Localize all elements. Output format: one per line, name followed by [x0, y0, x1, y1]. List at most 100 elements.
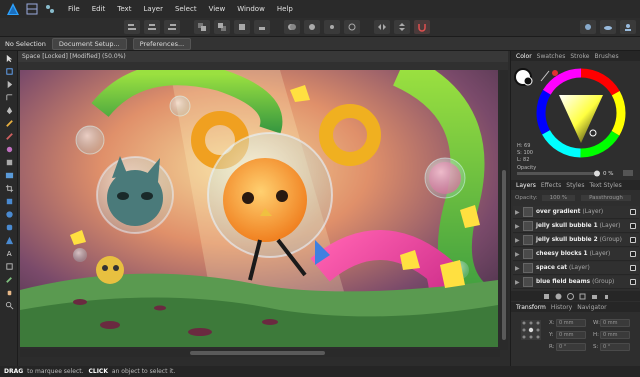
visibility-checkbox[interactable]: [630, 237, 636, 243]
snapping-magnet-icon[interactable]: [414, 20, 430, 34]
h-field[interactable]: 0 mm: [600, 331, 630, 339]
tab-swatches[interactable]: Swatches: [537, 53, 566, 60]
menu-file[interactable]: File: [68, 5, 80, 13]
s-field[interactable]: 0 °: [600, 343, 630, 351]
expand-triangle-icon[interactable]: ▶: [515, 251, 521, 258]
preferences-button[interactable]: Preferences...: [132, 37, 192, 50]
tab-history[interactable]: History: [551, 304, 572, 311]
visibility-checkbox[interactable]: [630, 223, 636, 229]
transparency-tool-icon[interactable]: [2, 157, 16, 168]
pencil-tool-icon[interactable]: [2, 118, 16, 129]
flip-vertical-icon[interactable]: [394, 20, 410, 34]
align-left-icon[interactable]: [124, 20, 140, 34]
rectangle-tool-icon[interactable]: [2, 196, 16, 207]
geometry-divide-icon[interactable]: [344, 20, 360, 34]
visibility-checkbox[interactable]: [630, 251, 636, 257]
x-field[interactable]: 0 mm: [556, 319, 586, 327]
arrange-bottom-icon[interactable]: [254, 20, 270, 34]
triangle-tool-icon[interactable]: [2, 235, 16, 246]
document-canvas[interactable]: [20, 70, 498, 347]
tab-layers[interactable]: Layers: [516, 182, 536, 189]
geometry-intersect-icon[interactable]: [324, 20, 340, 34]
menu-text[interactable]: Text: [117, 5, 131, 13]
horizontal-scroll-thumb[interactable]: [190, 351, 325, 355]
layer-row[interactable]: ▶ jelly skull bubble 1 (Layer): [513, 220, 639, 233]
geometry-subtract-icon[interactable]: [304, 20, 320, 34]
ellipse-tool-icon[interactable]: [2, 209, 16, 220]
layer-row[interactable]: ▶ cheesy blocks 1 (Layer): [513, 248, 639, 261]
designer-persona-icon[interactable]: [26, 3, 38, 15]
layer-row[interactable]: ▶ blue field beams (Group): [513, 276, 639, 289]
crop-tool-icon[interactable]: [2, 183, 16, 194]
rounded-rectangle-tool-icon[interactable]: [2, 222, 16, 233]
layer-row[interactable]: ▶ space cat (Layer): [513, 262, 639, 275]
expand-triangle-icon[interactable]: ▶: [515, 209, 521, 216]
menu-view[interactable]: View: [209, 5, 226, 13]
document-tab[interactable]: Space [Locked] [Modified] (50.0%): [18, 51, 508, 62]
menu-window[interactable]: Window: [237, 5, 265, 13]
document-setup-button[interactable]: Document Setup...: [51, 37, 127, 50]
node-tool-icon[interactable]: [2, 79, 16, 90]
layer-type: (Layer): [589, 251, 611, 257]
delete-layer-icon[interactable]: [603, 293, 610, 300]
arrange-forward-icon[interactable]: [214, 20, 230, 34]
anchor-grid-icon[interactable]: [519, 318, 543, 342]
menu-layer[interactable]: Layer: [143, 5, 163, 13]
text-tool-icon[interactable]: A: [2, 248, 16, 259]
tab-text-styles[interactable]: Text Styles: [589, 182, 621, 189]
vector-brush-tool-icon[interactable]: [2, 131, 16, 142]
tab-transform[interactable]: Transform: [516, 304, 546, 311]
fill-tool-icon[interactable]: [2, 144, 16, 155]
align-center-icon[interactable]: [144, 20, 160, 34]
tab-effects[interactable]: Effects: [541, 182, 561, 189]
tab-stroke[interactable]: Stroke: [570, 53, 589, 60]
menu-help[interactable]: Help: [277, 5, 293, 13]
menu-edit[interactable]: Edit: [92, 5, 106, 13]
cloud-sync-icon[interactable]: [600, 20, 616, 34]
assistant-icon[interactable]: [580, 20, 596, 34]
group-layers-icon[interactable]: [591, 293, 598, 300]
vertical-scroll-thumb[interactable]: [502, 170, 506, 340]
adjustment-layer-icon[interactable]: [566, 292, 574, 300]
expand-triangle-icon[interactable]: ▶: [515, 237, 521, 244]
visibility-checkbox[interactable]: [630, 279, 636, 285]
layer-name: blue field beams: [536, 279, 591, 285]
w-field[interactable]: 0 mm: [600, 319, 630, 327]
hand-tool-icon[interactable]: [2, 287, 16, 298]
place-image-tool-icon[interactable]: [2, 170, 16, 181]
flip-horizontal-icon[interactable]: [374, 20, 390, 34]
blend-mode-select[interactable]: Passthrough: [581, 194, 631, 201]
layer-opacity-value[interactable]: 100 %: [541, 194, 576, 201]
user-account-icon[interactable]: [620, 20, 636, 34]
zoom-tool-icon[interactable]: [2, 300, 16, 311]
expand-triangle-icon[interactable]: ▶: [515, 265, 521, 272]
color-picker-tool-icon[interactable]: [2, 274, 16, 285]
geometry-add-icon[interactable]: [284, 20, 300, 34]
frame-text-tool-icon[interactable]: [2, 261, 16, 272]
tab-color[interactable]: Color: [516, 53, 532, 60]
visibility-checkbox[interactable]: [630, 265, 636, 271]
tab-styles[interactable]: Styles: [566, 182, 584, 189]
menu-select[interactable]: Select: [175, 5, 197, 13]
tab-brushes[interactable]: Brushes: [594, 53, 618, 60]
add-layer-icon[interactable]: [579, 293, 586, 300]
artboard-tool-icon[interactable]: [2, 66, 16, 77]
expand-triangle-icon[interactable]: ▶: [515, 223, 521, 230]
arrange-front-icon[interactable]: [234, 20, 250, 34]
layer-options-icon[interactable]: [543, 293, 550, 300]
pixel-persona-icon[interactable]: [44, 3, 56, 15]
arrange-back-icon[interactable]: [194, 20, 210, 34]
color-wheel[interactable]: H: 69 S: 100 L: 82 Opacity 0 %: [511, 61, 640, 179]
visibility-checkbox[interactable]: [630, 209, 636, 215]
r-field[interactable]: 0 °: [556, 343, 586, 351]
y-field[interactable]: 0 mm: [556, 331, 586, 339]
pen-tool-icon[interactable]: [2, 105, 16, 116]
tab-navigator[interactable]: Navigator: [577, 304, 606, 311]
layer-row[interactable]: ▶ over gradient (Layer): [513, 206, 639, 219]
align-right-icon[interactable]: [164, 20, 180, 34]
move-tool-icon[interactable]: [2, 53, 16, 64]
mask-layer-icon[interactable]: [555, 293, 562, 300]
expand-triangle-icon[interactable]: ▶: [515, 279, 521, 286]
corner-tool-icon[interactable]: [2, 92, 16, 103]
layer-row[interactable]: ▶ jelly skull bubble 2 (Group): [513, 234, 639, 247]
